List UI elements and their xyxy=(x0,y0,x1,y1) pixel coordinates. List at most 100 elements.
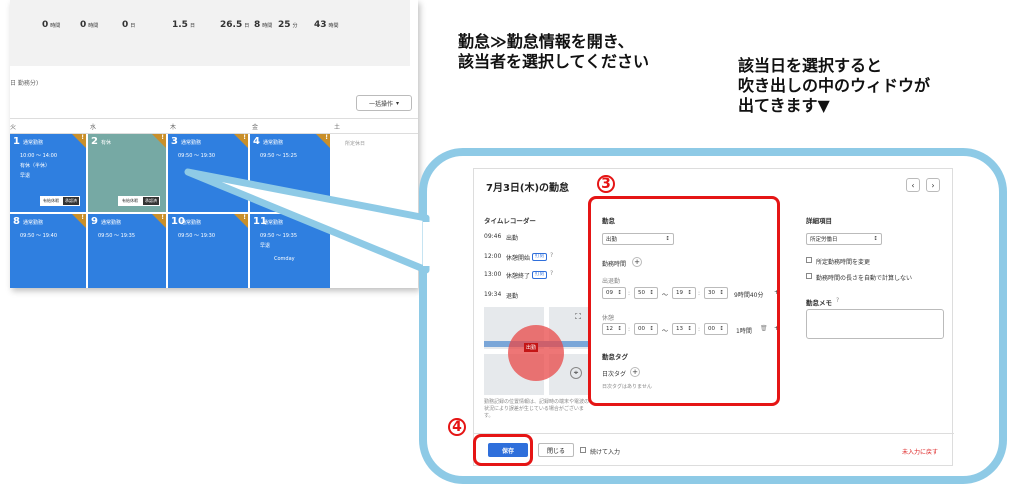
chevron-down-icon: ↕ xyxy=(873,236,878,242)
early-leave: 早退 xyxy=(260,243,271,249)
dow-label: 金 xyxy=(252,124,259,131)
instruction-line: 出てきます▼ xyxy=(738,96,830,115)
day-cell-4[interactable]: 4 通常勤務 09:50 〜 15:25 xyxy=(250,134,330,212)
day-number: 1 xyxy=(13,136,20,147)
record-time: 13:00 xyxy=(484,271,502,278)
work-time: 09:50 〜 19:30 xyxy=(178,233,215,239)
work-type: 通常勤務 xyxy=(263,140,284,146)
summary-value: 43 時間 xyxy=(314,20,339,30)
work-time: 09:50 〜 19:35 xyxy=(260,233,297,239)
work-time: 10:00 〜 14:00 xyxy=(20,153,57,159)
stamp-badge: 打刻 xyxy=(532,271,547,279)
location-map[interactable]: 出勤 ⛶ ⌖ xyxy=(484,307,588,395)
work-type: 通常勤務 xyxy=(23,220,44,226)
day-cell-9[interactable]: 9 通常勤務 09:50 〜 19:35 xyxy=(88,214,166,288)
record-label: 出勤 xyxy=(506,235,519,242)
bulk-action-button[interactable]: 一括操作 ▾ xyxy=(356,95,412,111)
warning-icon xyxy=(152,134,166,148)
warning-icon xyxy=(72,134,86,148)
chevron-right-icon: › xyxy=(931,180,935,190)
record-label: 休憩終了 xyxy=(506,273,531,280)
record-label: 退勤 xyxy=(506,293,519,300)
summary-value: 0 時間 xyxy=(42,20,61,30)
step-marker-3: 3 xyxy=(597,175,615,193)
summary-value: 0日 xyxy=(122,20,136,30)
day-cell-8[interactable]: 8 通常勤務 09:50 〜 19:40 xyxy=(10,214,86,288)
warning-icon xyxy=(234,134,248,148)
work-type: 通常勤務 xyxy=(23,140,44,146)
summary-value: 26.5 日 xyxy=(220,20,250,30)
record-label: 休憩開始 xyxy=(506,255,531,262)
memo-heading: 勤怠メモ xyxy=(806,299,832,307)
approved-tag: 承認済 xyxy=(142,196,160,206)
warning-icon xyxy=(72,214,86,228)
chevron-down-icon: ▾ xyxy=(396,99,400,107)
instruction-left: 勤怠≫勤怠情報を開き、 該当者を選択してください xyxy=(458,32,649,72)
day-type-select[interactable]: 所定労働日 ↕ xyxy=(806,233,882,245)
warning-icon xyxy=(316,214,330,228)
dow-label: 火 xyxy=(10,124,17,131)
day-cell-2[interactable]: 2 有休 有給休暇 承認済 xyxy=(88,134,166,212)
help-icon: ? xyxy=(550,270,554,277)
help-icon: ? xyxy=(550,252,554,259)
dow-label: 土 xyxy=(334,124,341,131)
close-button[interactable]: 閉じる xyxy=(538,443,574,457)
tag-label: Comday xyxy=(274,256,295,262)
summary-value: 8 時間 xyxy=(254,20,273,30)
step-marker-4: 4 xyxy=(448,418,466,436)
period-label: 日 勤務分) xyxy=(10,80,39,87)
leave-tag: 有給休暇 xyxy=(118,196,142,206)
day-number: 8 xyxy=(13,216,20,227)
instruction-right: 該当日を選択すると 吹き出しの中のウィドウが 出てきます▼ xyxy=(738,56,930,116)
highlight-box-attendance xyxy=(588,196,780,406)
work-type: 通常勤務 xyxy=(181,220,202,226)
location-note: 勤務記録の位置情報は、記録時の端末や電波の状況により誤差が生じている場合がござい… xyxy=(484,399,590,419)
dow-label: 木 xyxy=(170,124,177,131)
work-type: 通常勤務 xyxy=(101,220,122,226)
fullscreen-icon[interactable]: ⛶ xyxy=(572,311,584,323)
work-type: 有休 xyxy=(101,140,112,146)
summary-value: 25 分 xyxy=(278,20,298,30)
leave-tag: 有給休暇 xyxy=(40,196,62,206)
instruction-line: 吹き出しの中のウィドウが xyxy=(738,76,931,95)
locate-icon[interactable]: ⌖ xyxy=(570,367,582,379)
location-pin: 出勤 xyxy=(524,343,539,352)
summary-value: 1.5 日 xyxy=(172,20,195,30)
summary-bar: 0 時間 0 時間 0日 1.5 日 26.5 日 8 時間 25 分 43 時間 xyxy=(10,0,410,66)
work-type: 通常勤務 xyxy=(181,140,202,146)
change-hours-checkbox[interactable] xyxy=(806,257,812,263)
warning-icon xyxy=(234,214,248,228)
instruction-line: 該当者を選択してください xyxy=(458,52,650,71)
day-cell-11[interactable]: 11 通常勤務 09:50 〜 19:35 早退 Comday xyxy=(250,214,330,288)
day-number: 2 xyxy=(91,136,98,147)
summary-value: 0 時間 xyxy=(80,20,99,30)
day-cell-1[interactable]: 1 通常勤務 10:00 〜 14:00 有休（半休） 早退 有給休暇 承認済 xyxy=(10,134,86,212)
day-number: 9 xyxy=(91,216,98,227)
day-cell-3[interactable]: 3 通常勤務 09:50 〜 19:30 xyxy=(168,134,248,212)
continue-checkbox[interactable] xyxy=(580,447,586,453)
change-hours-label: 所定勤務時間を変更 xyxy=(816,259,871,266)
day-number: 3 xyxy=(171,136,178,147)
record-time: 12:00 xyxy=(484,253,502,260)
reset-link[interactable]: 未入力に戻す xyxy=(902,447,938,456)
warning-icon xyxy=(152,214,166,228)
day-number: 4 xyxy=(253,136,260,147)
time-recorder-heading: タイムレコーダー xyxy=(484,217,536,225)
details-heading: 詳細項目 xyxy=(806,217,832,225)
next-day-button[interactable]: › xyxy=(926,178,940,192)
memo-textarea[interactable] xyxy=(806,309,944,339)
calendar-screenshot: 0 時間 0 時間 0日 1.5 日 26.5 日 8 時間 25 分 43 時間 日 勤務分… xyxy=(10,0,418,288)
approved-tag: 承認済 xyxy=(62,196,80,206)
highlight-box-save xyxy=(473,434,533,466)
work-time: 09:50 〜 19:30 xyxy=(178,153,215,159)
instruction-line: 勤怠≫勤怠情報を開き、 xyxy=(458,32,634,51)
divider xyxy=(10,118,418,119)
day-cell-10[interactable]: 10 通常勤務 09:50 〜 19:30 xyxy=(168,214,248,288)
divider xyxy=(474,433,954,434)
prev-day-button[interactable]: ‹ xyxy=(906,178,920,192)
no-auto-calc-checkbox[interactable] xyxy=(806,273,812,279)
chevron-left-icon: ‹ xyxy=(911,180,915,190)
no-auto-calc-label: 勤務時間の長さを自動で計算しない xyxy=(816,275,913,282)
work-time: 09:50 〜 19:35 xyxy=(98,233,135,239)
help-icon: ? xyxy=(836,297,840,304)
